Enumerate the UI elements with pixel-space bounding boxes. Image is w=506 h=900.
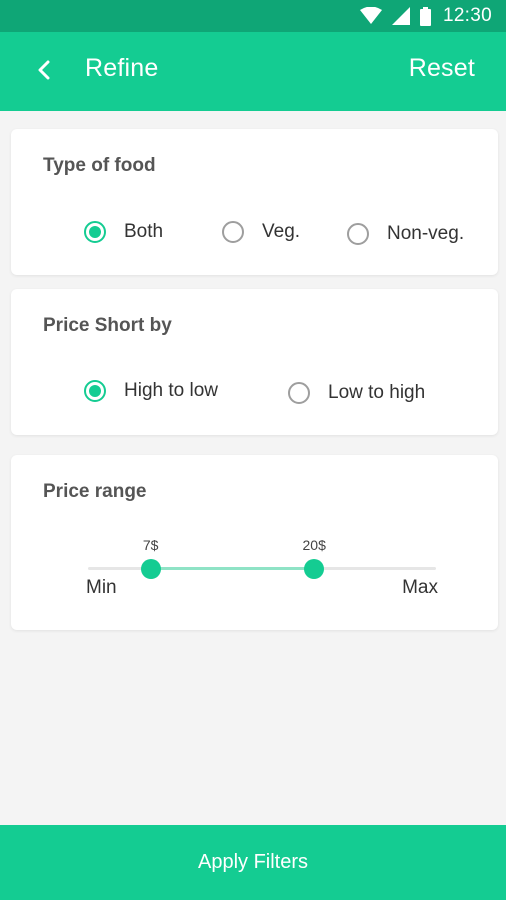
price-low-value-label: 7$ — [142, 537, 159, 553]
battery-icon — [419, 6, 431, 26]
status-icons: 12:30 — [359, 5, 492, 27]
radio-high-to-low-label: High to low — [124, 380, 218, 401]
price-max-label: Max — [402, 577, 438, 598]
radio-low-to-high-label: Low to high — [328, 382, 426, 403]
radio-both-circle[interactable] — [84, 221, 106, 243]
food-type-card: Type of food Both Veg. Non-veg. — [11, 129, 498, 275]
price-slider-active-range — [150, 567, 315, 570]
price-min-label: Min — [86, 577, 117, 598]
radio-low-to-high-circle[interactable] — [288, 382, 310, 404]
price-sort-card: Price Short by High to low Low to high — [11, 289, 498, 435]
food-type-title: Type of food — [43, 155, 156, 176]
radio-high-to-low-circle[interactable] — [84, 380, 106, 402]
radio-veg-label: Veg. — [262, 221, 301, 242]
price-range-title: Price range — [43, 481, 147, 502]
radio-veg-circle[interactable] — [222, 221, 244, 243]
app-bar: Refine Reset — [0, 32, 506, 111]
price-sort-title: Price Short by — [43, 315, 172, 336]
radio-both[interactable]: Both — [84, 221, 163, 243]
radio-high-to-low[interactable]: High to low — [84, 380, 218, 402]
radio-non-veg-label: Non-veg. — [387, 223, 465, 244]
page-title: Refine — [85, 54, 159, 82]
radio-low-to-high[interactable]: Low to high — [288, 382, 425, 404]
chevron-left-icon — [37, 60, 51, 85]
reset-button[interactable]: Reset — [409, 54, 475, 83]
status-bar: 12:30 — [0, 0, 506, 32]
radio-veg[interactable]: Veg. — [222, 221, 300, 243]
price-slider-high-thumb[interactable] — [304, 559, 325, 579]
price-high-value-label: 20$ — [302, 537, 326, 553]
back-button[interactable] — [28, 56, 60, 88]
signal-icon — [391, 7, 410, 25]
radio-non-veg-circle[interactable] — [347, 223, 369, 245]
status-time: 12:30 — [442, 5, 492, 26]
price-range-card: Price range 7$ 20$ Min Max — [11, 455, 498, 630]
radio-both-label: Both — [124, 221, 164, 242]
apply-filters-button[interactable]: Apply Filters — [0, 825, 506, 900]
wifi-icon — [359, 7, 382, 25]
price-slider-low-thumb[interactable] — [140, 559, 161, 579]
radio-non-veg[interactable]: Non-veg. — [347, 223, 464, 245]
